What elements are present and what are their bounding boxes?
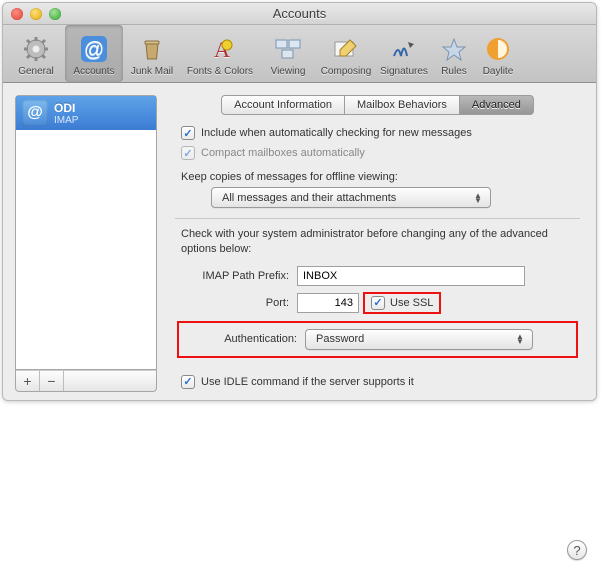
auth-highlight: Authentication: Password ▲▼ [177, 321, 578, 358]
preferences-window: Accounts General @ Accounts Junk Mail A … [2, 2, 597, 401]
include-checking-row: ✓ Include when automatically checking fo… [171, 123, 584, 143]
port-input[interactable] [297, 293, 359, 313]
auth-row: Authentication: Password ▲▼ [179, 326, 576, 353]
idle-checkbox[interactable]: ✓ [181, 375, 195, 389]
account-protocol: IMAP [54, 115, 78, 126]
imap-prefix-row: IMAP Path Prefix: [171, 263, 584, 289]
remove-account-button[interactable]: − [40, 371, 64, 391]
tab-advanced[interactable]: Advanced [460, 95, 534, 115]
imap-prefix-input[interactable] [297, 266, 525, 286]
toolbar-label: Daylite [483, 66, 514, 77]
toolbar-label: Viewing [271, 66, 306, 77]
account-row[interactable]: @ ODI IMAP [16, 96, 156, 130]
compact-row: ✓ Compact mailboxes automatically [171, 143, 584, 163]
sidebar-footer: + − [15, 370, 157, 392]
tab-account-information[interactable]: Account Information [221, 95, 345, 115]
idle-label: Use IDLE command if the server supports … [201, 376, 414, 388]
help-button[interactable]: ? [567, 540, 587, 560]
toolbar-label: Rules [441, 66, 467, 77]
preferences-toolbar: General @ Accounts Junk Mail A Fonts & C… [3, 25, 596, 83]
keep-copies-value: All messages and their attachments [222, 192, 396, 204]
advanced-pane: Account Information Mailbox Behaviors Ad… [157, 95, 584, 392]
zoom-window-button[interactable] [49, 8, 61, 20]
svg-text:@: @ [84, 39, 104, 61]
toolbar-viewing[interactable]: Viewing [259, 25, 317, 82]
auth-value: Password [316, 333, 364, 345]
compose-icon [330, 33, 362, 65]
at-sign-icon: @ [78, 33, 110, 65]
toolbar-label: Fonts & Colors [187, 66, 253, 77]
use-ssl-label: Use SSL [390, 297, 433, 309]
auth-label: Authentication: [185, 333, 305, 345]
compact-label: Compact mailboxes automatically [201, 147, 365, 159]
tab-mailbox-behaviors[interactable]: Mailbox Behaviors [345, 95, 460, 115]
at-sign-icon: @ [22, 100, 48, 126]
keep-copies-select[interactable]: All messages and their attachments ▲▼ [211, 187, 491, 208]
updown-arrows-icon: ▲▼ [470, 190, 486, 206]
compact-checkbox: ✓ [181, 146, 195, 160]
toolbar-label: Composing [321, 66, 372, 77]
divider [175, 218, 580, 219]
window-controls [3, 8, 61, 20]
updown-arrows-icon: ▲▼ [512, 331, 528, 347]
include-checking-checkbox[interactable]: ✓ [181, 126, 195, 140]
content: @ ODI IMAP + − Account Information Mailb… [3, 83, 596, 400]
titlebar: Accounts [3, 3, 596, 25]
gear-icon [20, 33, 52, 65]
toolbar-signatures[interactable]: Signatures [375, 25, 433, 82]
admin-hint: Check with your system administrator bef… [171, 227, 584, 263]
viewing-icon [272, 33, 304, 65]
idle-row: ✓ Use IDLE command if the server support… [171, 372, 584, 392]
toolbar-composing[interactable]: Composing [317, 25, 375, 82]
toolbar-daylite[interactable]: Daylite [475, 25, 521, 82]
help-label: ? [573, 543, 580, 558]
tab-bar: Account Information Mailbox Behaviors Ad… [171, 95, 584, 115]
toolbar-label: Signatures [380, 66, 428, 77]
account-text: ODI IMAP [54, 101, 78, 126]
toolbar-label: Accounts [73, 66, 114, 77]
toolbar-junk[interactable]: Junk Mail [123, 25, 181, 82]
toolbar-rules[interactable]: Rules [433, 25, 475, 82]
close-window-button[interactable] [11, 8, 23, 20]
account-name: ODI [54, 101, 78, 115]
toolbar-label: General [18, 66, 54, 77]
port-row: Port: ✓ Use SSL [171, 289, 584, 317]
window-title: Accounts [3, 6, 596, 21]
keep-copies-label: Keep copies of messages for offline view… [171, 163, 584, 187]
ssl-highlight: ✓ Use SSL [363, 292, 441, 314]
port-label: Port: [177, 297, 297, 309]
auth-select[interactable]: Password ▲▼ [305, 329, 533, 350]
toolbar-fonts[interactable]: A Fonts & Colors [181, 25, 259, 82]
minimize-window-button[interactable] [30, 8, 42, 20]
use-ssl-checkbox[interactable]: ✓ [371, 296, 385, 310]
include-checking-label: Include when automatically checking for … [201, 127, 472, 139]
toolbar-label: Junk Mail [131, 66, 173, 77]
add-account-button[interactable]: + [16, 371, 40, 391]
daylite-icon [482, 33, 514, 65]
toolbar-accounts[interactable]: @ Accounts [65, 25, 123, 82]
fonts-icon: A [204, 33, 236, 65]
accounts-list[interactable]: @ ODI IMAP [15, 95, 157, 370]
imap-prefix-label: IMAP Path Prefix: [177, 270, 297, 282]
toolbar-general[interactable]: General [7, 25, 65, 82]
rules-icon [438, 33, 470, 65]
accounts-sidebar: @ ODI IMAP + − [15, 95, 157, 392]
trash-icon [136, 33, 168, 65]
signature-icon [388, 33, 420, 65]
